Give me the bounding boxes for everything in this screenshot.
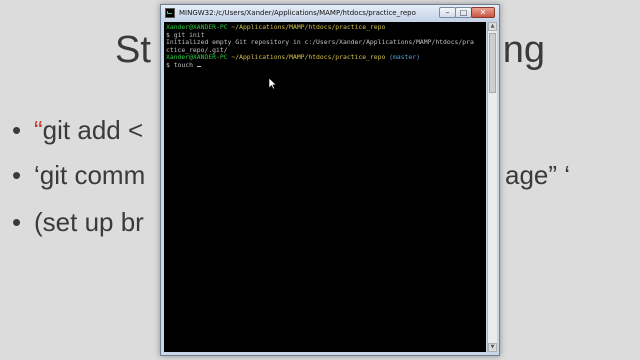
console-command: $ touch bbox=[166, 60, 197, 69]
bullet-text: git add < bbox=[42, 115, 144, 145]
console-prompt-line: Xander@XANDER-PC ~/Applications/MAMP/htd… bbox=[166, 54, 486, 62]
bullet-text: (set up br bbox=[34, 207, 144, 237]
text-cursor bbox=[196, 65, 201, 67]
scroll-down-arrow-icon[interactable]: ▼ bbox=[488, 343, 497, 352]
bullet-3: • (set up br bbox=[12, 207, 144, 237]
minimize-button[interactable]: – bbox=[439, 7, 456, 18]
prompt-path: ~/Applications/MAMP/htdocs/practice_repo bbox=[227, 23, 386, 31]
bullet-1: • “git add < bbox=[12, 115, 143, 145]
bullet-glyph: • bbox=[12, 207, 22, 237]
prompt-user: Xander@XANDER-PC bbox=[166, 23, 228, 31]
prompt-path: ~/Applications/MAMP/htdocs/practice_repo bbox=[227, 53, 386, 62]
bullet-2: • ‘git comm bbox=[12, 160, 145, 190]
maximize-button[interactable]: □ bbox=[455, 7, 472, 18]
bullet-text: ‘git comm bbox=[34, 160, 146, 190]
slide-title-left: St bbox=[115, 29, 151, 71]
terminal-icon[interactable] bbox=[165, 8, 175, 18]
scroll-up-arrow-icon[interactable]: ▲ bbox=[488, 22, 497, 31]
window-title: MINGW32:/c/Users/Xander/Applications/MAM… bbox=[179, 9, 416, 17]
scrollbar-thumb[interactable] bbox=[489, 33, 496, 93]
console-prompt-line: Xander@XANDER-PC ~/Applications/MAMP/htd… bbox=[166, 23, 486, 32]
window-titlebar[interactable]: MINGW32:/c/Users/Xander/Applications/MAM… bbox=[161, 5, 499, 21]
prompt-branch: (master) bbox=[385, 53, 420, 62]
bullet-glyph: • bbox=[12, 115, 22, 145]
bullet-quote: “ bbox=[34, 115, 43, 145]
console-input-line[interactable]: $ touch bbox=[166, 60, 486, 70]
bullet-2-right: age” ‘ bbox=[505, 160, 571, 190]
bullet-glyph: • bbox=[12, 160, 22, 190]
close-button[interactable]: ✕ bbox=[471, 7, 495, 18]
terminal-console[interactable]: Xander@XANDER-PC ~/Applications/MAMP/htd… bbox=[164, 22, 486, 352]
slide-title-right: ng bbox=[502, 29, 545, 71]
vertical-scrollbar[interactable]: ▲ ▼ bbox=[487, 22, 497, 352]
terminal-window[interactable]: MINGW32:/c/Users/Xander/Applications/MAM… bbox=[160, 4, 500, 356]
